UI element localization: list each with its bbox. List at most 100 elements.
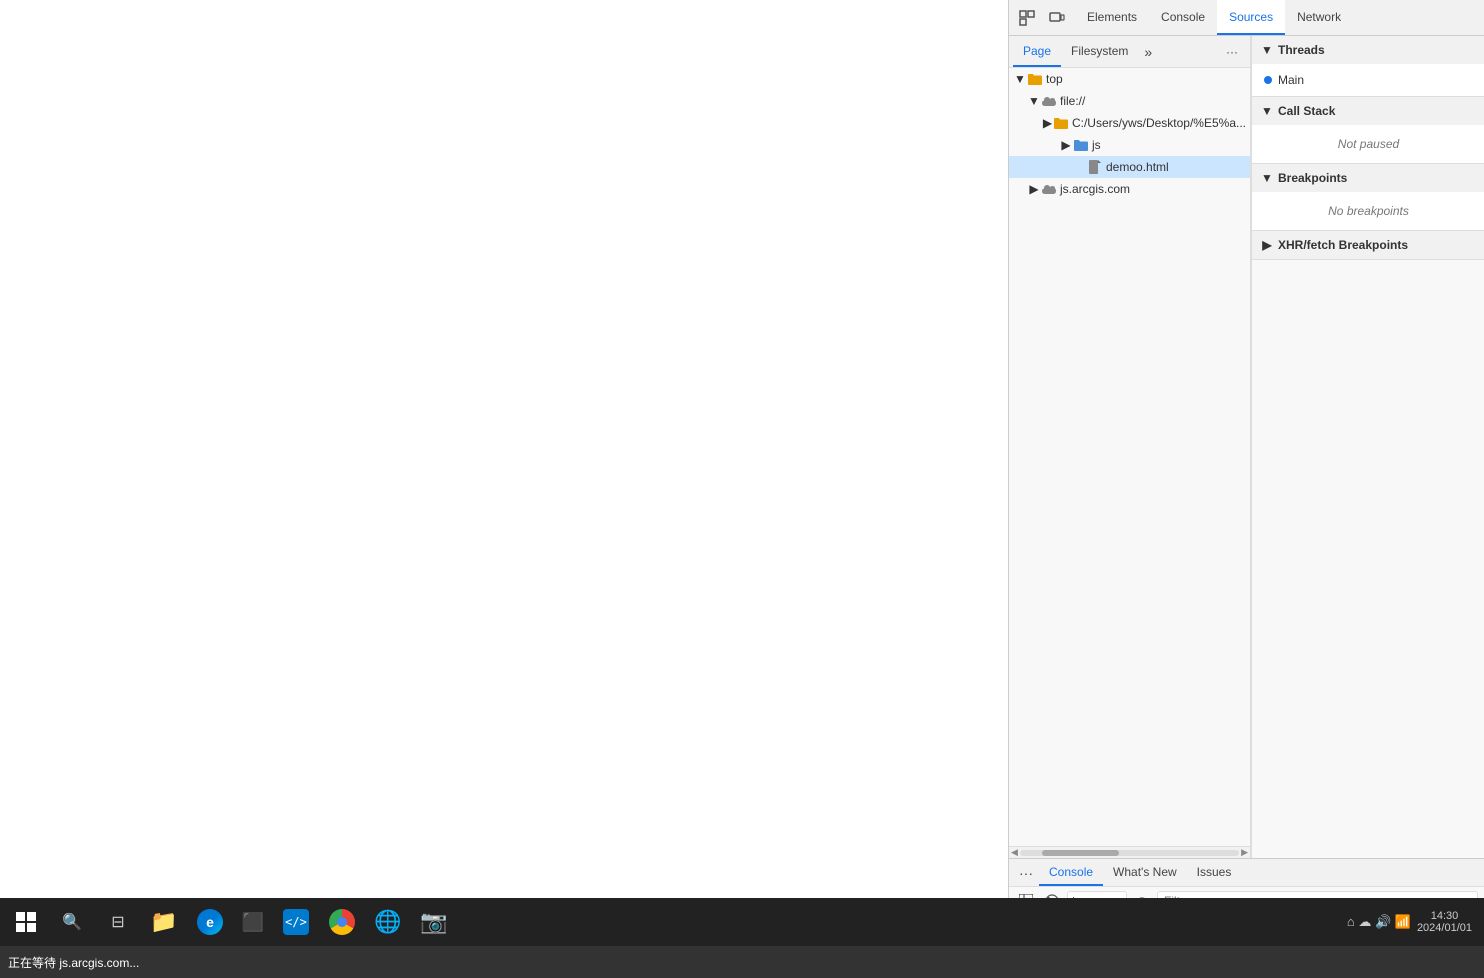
tree-label-demoo: demoo.html — [1106, 160, 1169, 174]
tab-network[interactable]: Network — [1285, 0, 1353, 35]
threads-body: Main — [1252, 64, 1484, 96]
status-bar: 正在等待 js.arcgis.com... — [0, 946, 1484, 978]
scroll-right-arrow[interactable]: ▶ — [1241, 847, 1248, 858]
tree-label-js: js — [1092, 138, 1101, 152]
webpage-area — [0, 0, 1008, 898]
start-button[interactable] — [4, 900, 48, 944]
console-toolbar: top ▼ — [1009, 887, 1484, 898]
taskbar-terminal[interactable]: ⬛ — [234, 903, 272, 941]
file-tree: ▼ top ▼ — [1009, 68, 1250, 846]
scroll-thumb — [1042, 850, 1119, 856]
tree-item-js[interactable]: ▶ js — [1009, 134, 1250, 156]
time: 14:30 — [1417, 910, 1472, 922]
taskbar-edge[interactable]: e — [188, 900, 232, 944]
tree-label-top: top — [1046, 72, 1063, 86]
folder-icon-js — [1073, 139, 1089, 151]
tree-item-arcgis[interactable]: ▶ js.arcgis.com — [1009, 178, 1250, 200]
threads-arrow: ▼ — [1260, 43, 1274, 57]
folder-icon-desktop — [1054, 117, 1069, 129]
console-tabs: ··· Console What's New Issues — [1009, 859, 1484, 887]
tree-arrow-file: ▼ — [1027, 94, 1041, 108]
tree-item-desktop[interactable]: ▶ C:/Users/yws/Desktop/%E5%a... — [1009, 112, 1250, 134]
tree-item-top[interactable]: ▼ top — [1009, 68, 1250, 90]
breakpoints-arrow: ▼ — [1260, 171, 1274, 185]
call-stack-header[interactable]: ▼ Call Stack — [1252, 97, 1484, 125]
tab-console[interactable]: Console — [1149, 0, 1217, 35]
breakpoints-header[interactable]: ▼ Breakpoints — [1252, 164, 1484, 192]
xhr-label: XHR/fetch Breakpoints — [1278, 238, 1408, 252]
cloud-icon-arcgis — [1041, 184, 1057, 194]
tray-icons: ⌂ ☁ 🔊 📶 — [1347, 914, 1411, 930]
file-icon-demoo — [1087, 160, 1103, 174]
call-stack-arrow: ▼ — [1260, 104, 1274, 118]
debug-right-panel: ▼ Threads Main ▼ — [1251, 36, 1484, 858]
xhr-arrow: ▶ — [1260, 238, 1274, 252]
devtools-panel: Elements Console Sources Network Page Fi… — [1008, 0, 1484, 898]
threads-label: Threads — [1278, 43, 1325, 57]
file-nav-tab-filesystem[interactable]: Filesystem — [1061, 36, 1138, 67]
xhr-breakpoints-section: ▶ XHR/fetch Breakpoints — [1252, 231, 1484, 260]
console-sidebar-btn[interactable] — [1015, 890, 1037, 899]
tree-item-file[interactable]: ▼ file:// — [1009, 90, 1250, 112]
xhr-breakpoints-header[interactable]: ▶ XHR/fetch Breakpoints — [1252, 231, 1484, 259]
tab-sources[interactable]: Sources — [1217, 0, 1285, 35]
file-nav-ellipsis[interactable]: ··· — [1218, 38, 1246, 66]
devtools-tab-bar: Elements Console Sources Network — [1009, 0, 1484, 36]
clock: 14:30 2024/01/01 — [1417, 910, 1472, 934]
taskbar-vscode[interactable]: </> — [274, 900, 318, 944]
thread-main-dot — [1264, 76, 1272, 84]
tree-label-arcgis: js.arcgis.com — [1060, 182, 1130, 196]
taskbar: 🔍 ⊟ 📁 e ⬛ </> 🌐 📷 — [0, 898, 1484, 946]
file-explorer-icon: 📁 — [150, 909, 177, 935]
status-text: 正在等待 js.arcgis.com... — [8, 954, 139, 971]
terminal-icon: ⬛ — [242, 912, 264, 933]
no-breakpoints-text: No breakpoints — [1252, 196, 1484, 226]
date: 2024/01/01 — [1417, 922, 1472, 934]
call-stack-label: Call Stack — [1278, 104, 1335, 118]
tree-arrow-top: ▼ — [1013, 72, 1027, 86]
responsive-icon[interactable] — [1043, 4, 1071, 32]
system-tray: ⌂ ☁ 🔊 📶 14:30 2024/01/01 — [1347, 910, 1472, 934]
taskbar-chrome[interactable] — [320, 900, 364, 944]
console-more-btn[interactable]: ··· — [1013, 859, 1039, 886]
taskbar-file-explorer[interactable]: 📁 — [142, 900, 186, 944]
scroll-left-arrow[interactable]: ◀ — [1011, 847, 1018, 858]
console-tab-console[interactable]: Console — [1039, 859, 1103, 886]
file-nav-tab-more[interactable]: » — [1138, 44, 1158, 60]
chrome-icon — [329, 909, 355, 935]
cloud-icon-file — [1041, 96, 1057, 106]
tree-label-desktop: C:/Users/yws/Desktop/%E5%a... — [1072, 116, 1246, 130]
tree-arrow-js: ▶ — [1059, 138, 1073, 152]
taskbar-camera[interactable]: 📷 — [412, 900, 456, 944]
windows-icon — [16, 912, 36, 932]
console-tab-issues[interactable]: Issues — [1187, 859, 1242, 886]
file-tree-hscroll[interactable]: ◀ ▶ — [1009, 846, 1250, 858]
taskview-button[interactable]: ⊟ — [96, 900, 140, 944]
console-area: ··· Console What's New Issues — [1009, 858, 1484, 898]
threads-header[interactable]: ▼ Threads — [1252, 36, 1484, 64]
devtools-inner: Page Filesystem » ··· ▼ — [1009, 36, 1484, 858]
taskbar-globe[interactable]: 🌐 — [366, 900, 410, 944]
console-context-select[interactable]: top ▼ — [1067, 891, 1127, 899]
vscode-icon: </> — [283, 909, 309, 935]
file-nav-tabs: Page Filesystem » ··· — [1009, 36, 1250, 68]
console-clear-btn[interactable] — [1041, 890, 1063, 899]
file-navigator: Page Filesystem » ··· ▼ — [1009, 36, 1251, 858]
breakpoints-label: Breakpoints — [1278, 171, 1347, 185]
globe-icon: 🌐 — [374, 909, 401, 935]
console-eye-btn[interactable] — [1131, 890, 1153, 899]
breakpoints-section: ▼ Breakpoints No breakpoints — [1252, 164, 1484, 231]
tab-elements[interactable]: Elements — [1075, 0, 1149, 35]
folder-icon-top — [1027, 73, 1043, 85]
thread-main[interactable]: Main — [1252, 68, 1484, 92]
edge-icon: e — [197, 909, 223, 935]
inspect-icon[interactable] — [1013, 4, 1041, 32]
not-paused-text: Not paused — [1252, 129, 1484, 159]
call-stack-body: Not paused — [1252, 125, 1484, 163]
search-button[interactable]: 🔍 — [50, 900, 94, 944]
console-filter-input[interactable] — [1157, 891, 1478, 899]
file-nav-tab-page[interactable]: Page — [1013, 36, 1061, 67]
console-tab-whats-new[interactable]: What's New — [1103, 859, 1187, 886]
tree-item-demoo[interactable]: demoo.html — [1009, 156, 1250, 178]
call-stack-section: ▼ Call Stack Not paused — [1252, 97, 1484, 164]
